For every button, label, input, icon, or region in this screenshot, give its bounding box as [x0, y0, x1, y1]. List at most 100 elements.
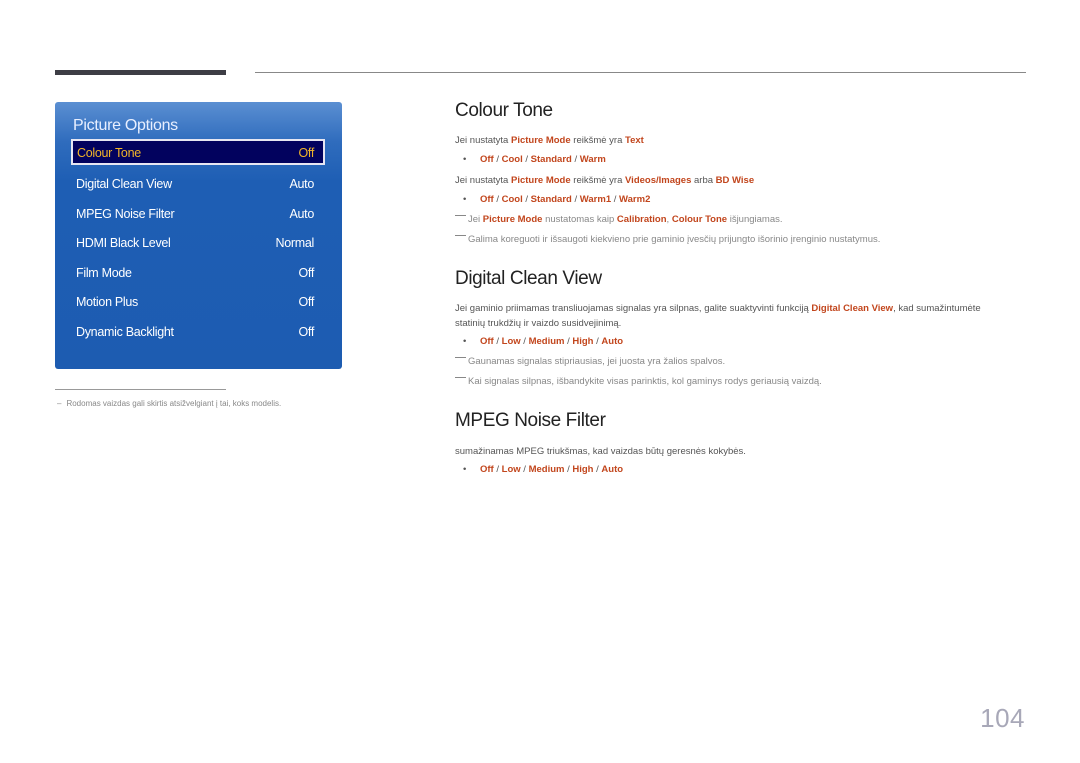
- bullet-icon: •: [463, 336, 467, 347]
- option: Standard: [530, 194, 572, 205]
- setting-term: Digital Clean View: [811, 303, 894, 314]
- header-accent-bar: [55, 70, 226, 75]
- note-dash-icon: [455, 356, 466, 358]
- mpeg-noise-filter-options: • Off / Low / Medium / High / Auto: [463, 464, 623, 475]
- text: statinių trukdžių ir vaizdo susidvejinim…: [455, 318, 622, 329]
- page-number: 104: [980, 703, 1025, 733]
- menu-item-value: Auto: [289, 177, 314, 191]
- menu-item-film-mode[interactable]: Film Mode Off: [71, 260, 325, 286]
- section-title-mpeg-noise-filter: MPEG Noise Filter: [455, 410, 606, 431]
- separator: /: [520, 336, 529, 347]
- separator: /: [493, 194, 502, 205]
- text: Kai signalas silpnas, išbandykite visas …: [468, 376, 822, 387]
- separator: /: [571, 154, 580, 165]
- colour-tone-note-1: Jei Picture Mode nustatomas kaip Calibra…: [455, 214, 783, 225]
- option: Warm1: [579, 194, 612, 205]
- footnote-dash: –: [57, 399, 62, 408]
- text: reikšmė yra: [570, 175, 626, 186]
- menu-item-value: Off: [298, 295, 314, 309]
- colour-tone-note-2: Galima koreguoti ir išsaugoti kiekvieno …: [455, 234, 880, 245]
- mode-value: BD Wise: [715, 175, 755, 186]
- digital-clean-view-description: Jei gaminio priimamas transliuojamas sig…: [455, 301, 981, 331]
- option: High: [572, 336, 594, 347]
- section-title-digital-clean-view: Digital Clean View: [455, 268, 602, 289]
- picture-options-panel: Picture Options Colour Tone Off Digital …: [55, 102, 342, 369]
- option: Low: [501, 336, 521, 347]
- mode-value: Videos/Images: [625, 175, 692, 186]
- option: Warm: [579, 154, 606, 165]
- text: Jei: [468, 214, 483, 225]
- text: Gaunamas signalas stipriausias, jei juos…: [468, 356, 726, 367]
- digital-clean-view-note-2: Kai signalas silpnas, išbandykite visas …: [455, 376, 822, 387]
- menu-item-colour-tone[interactable]: Colour Tone Off: [71, 139, 325, 165]
- text: nustatomas kaip: [542, 214, 617, 225]
- footnote: – Rodomas vaizdas gali skirtis atsižvelgi…: [57, 399, 281, 408]
- option: Medium: [528, 464, 565, 475]
- footnote-text: Rodomas vaizdas gali skirtis atsižvelgia…: [66, 399, 282, 408]
- separator: /: [493, 336, 502, 347]
- setting-term: Colour Tone: [671, 214, 728, 225]
- text: išjungiamas.: [727, 214, 783, 225]
- menu-item-label: Motion Plus: [76, 295, 139, 309]
- option: Cool: [501, 194, 523, 205]
- menu-item-value: Off: [298, 325, 314, 339]
- digital-clean-view-note-1: Gaunamas signalas stipriausias, jei juos…: [455, 356, 725, 367]
- menu-item-dynamic-backlight[interactable]: Dynamic Backlight Off: [71, 319, 325, 345]
- menu-item-label: Digital Clean View: [76, 177, 172, 191]
- header-rule: [255, 72, 1026, 73]
- separator: /: [522, 194, 531, 205]
- separator: /: [520, 464, 529, 475]
- note-dash-icon: [455, 376, 466, 378]
- menu-item-label: Film Mode: [76, 266, 132, 280]
- separator: /: [493, 154, 502, 165]
- mpeg-noise-filter-description: sumažinamas MPEG triukšmas, kad vaizdas …: [455, 446, 746, 457]
- option: Medium: [528, 336, 565, 347]
- option: Auto: [601, 464, 624, 475]
- text: Jei nustatyta: [455, 175, 511, 186]
- bullet-icon: •: [463, 194, 467, 205]
- separator: /: [571, 194, 580, 205]
- text: Jei nustatyta: [455, 135, 511, 146]
- footnote-rule: [55, 389, 226, 390]
- menu-item-label: Colour Tone: [77, 146, 141, 160]
- section-title-colour-tone: Colour Tone: [455, 100, 553, 121]
- option: Warm2: [619, 194, 651, 205]
- menu-item-digital-clean-view[interactable]: Digital Clean View Auto: [71, 171, 325, 197]
- text: Jei gaminio priimamas transliuojamas sig…: [455, 303, 812, 314]
- option: Cool: [501, 154, 523, 165]
- option: High: [572, 464, 594, 475]
- option: Standard: [530, 154, 572, 165]
- menu-item-mpeg-noise-filter[interactable]: MPEG Noise Filter Auto: [71, 201, 325, 227]
- colour-tone-options-1: • Off / Cool / Standard / Warm: [463, 154, 606, 165]
- digital-clean-view-options: • Off / Low / Medium / High / Auto: [463, 336, 623, 347]
- menu-item-label: MPEG Noise Filter: [76, 207, 175, 221]
- option: Off: [480, 154, 494, 165]
- option: Off: [480, 464, 494, 475]
- mode-value: Calibration: [616, 214, 667, 225]
- text: arba: [691, 175, 716, 186]
- option: Low: [501, 464, 521, 475]
- picture-mode-term: Picture Mode: [510, 135, 571, 146]
- menu-item-value: Normal: [275, 236, 315, 250]
- option: Off: [480, 194, 494, 205]
- colour-tone-options-2: • Off / Cool / Standard / Warm1 / Warm2: [463, 194, 650, 205]
- separator: /: [522, 154, 531, 165]
- picture-mode-term: Picture Mode: [482, 214, 543, 225]
- option: Auto: [601, 336, 624, 347]
- menu-item-motion-plus[interactable]: Motion Plus Off: [71, 289, 325, 315]
- text: reikšmė yra: [570, 135, 626, 146]
- bullet-icon: •: [463, 154, 467, 165]
- separator: /: [493, 464, 502, 475]
- colour-tone-condition-2: Jei nustatyta Picture Mode reikšmė yra V…: [455, 173, 754, 188]
- option: Off: [480, 336, 494, 347]
- menu-item-value: Off: [298, 146, 314, 160]
- menu-item-label: HDMI Black Level: [76, 236, 171, 250]
- bullet-icon: •: [463, 464, 467, 475]
- menu-item-value: Auto: [289, 207, 314, 221]
- text: , kad sumažintumėte: [893, 303, 981, 314]
- menu-item-hdmi-black-level[interactable]: HDMI Black Level Normal: [71, 230, 325, 256]
- panel-title: Picture Options: [73, 117, 178, 134]
- separator: /: [611, 194, 620, 205]
- note-dash-icon: [455, 214, 466, 216]
- menu-item-value: Off: [298, 266, 314, 280]
